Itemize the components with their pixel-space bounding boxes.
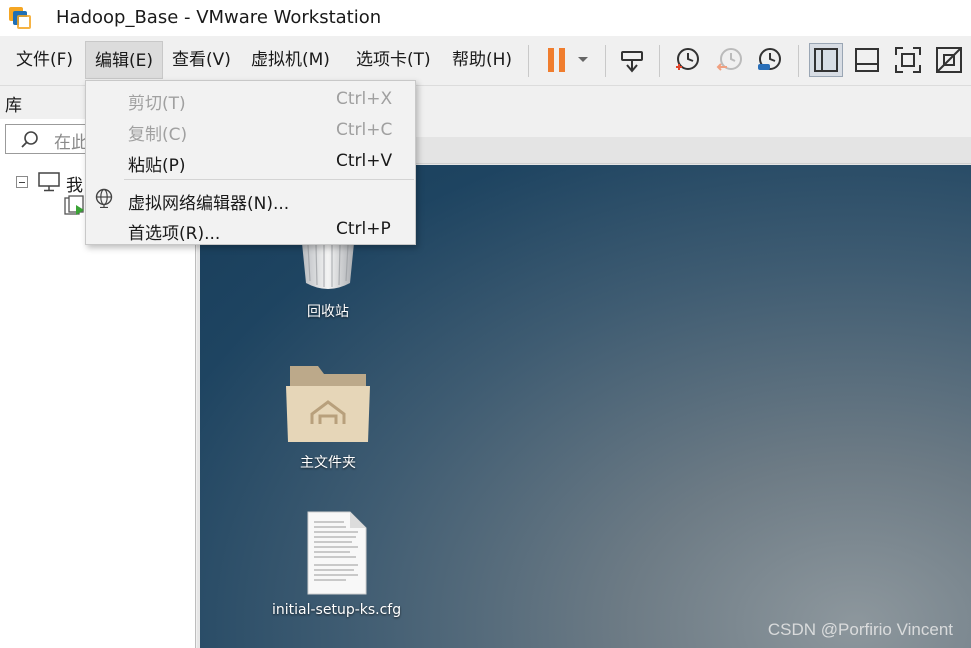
window-title: Hadoop_Base - VMware Workstation [56,7,382,28]
tree-root-label[interactable]: 我 [66,171,83,196]
edit-menu-dropdown: 剪切(T) Ctrl+X 复制(C) Ctrl+C 粘贴(P) Ctrl+V 虚… [85,80,416,245]
title-bar: Hadoop_Base - VMware Workstation [0,0,971,36]
library-view-icon [814,48,838,72]
desktop-icon-label: 回收站 [307,304,349,320]
home-folder-icon [286,366,370,442]
toolbar-separator [528,45,529,77]
revert-snapshot-button[interactable] [712,43,746,77]
take-snapshot-button[interactable] [670,43,704,77]
trash-icon [302,243,354,289]
thumbnail-bar-icon [855,48,879,72]
menu-vm[interactable]: 虚拟机(M) [242,41,339,79]
full-screen-icon [895,47,921,73]
thumbnail-bar-button[interactable] [850,43,884,77]
unity-icon [936,47,962,73]
menu-item-preferences[interactable]: 首选项(R)... Ctrl+P [86,214,415,244]
search-icon [21,131,38,148]
menu-file[interactable]: 文件(F) [7,41,82,79]
pause-icon [548,48,565,72]
desktop-icon-label: initial-setup-ks.cfg [272,602,402,618]
desktop-icon-trash[interactable]: 回收站 [298,243,358,321]
running-vm-icon[interactable] [64,195,86,217]
full-screen-button[interactable] [891,43,925,77]
snapshot-manager-icon [758,48,781,70]
desktop-icon-cfg-file[interactable]: initial-setup-ks.cfg [272,510,401,618]
menu-item-label: 虚拟网络编辑器(N)... [128,194,290,214]
menu-item-shortcut: Ctrl+V [336,151,393,171]
menu-item-shortcut: Ctrl+P [336,219,391,239]
menu-edit[interactable]: 编辑(E) [85,41,164,79]
search-placeholder: 在此 [54,133,88,153]
toolbar-separator [798,45,799,77]
library-view-button[interactable] [809,43,843,77]
menu-bar: 文件(F) 编辑(E) 查看(V) 虚拟机(M) 选项卡(T) 帮助(H) [0,36,971,86]
menu-item-shortcut: Ctrl+X [336,89,393,109]
menu-item-paste[interactable]: 粘贴(P) Ctrl+V [86,146,415,176]
desktop-icon-label: 主文件夹 [300,455,356,471]
send-ctrl-alt-del-icon [621,51,643,73]
power-dropdown-button[interactable] [570,43,596,77]
snapshot-icon [676,48,699,70]
text-file-icon [307,511,367,595]
menu-item-label: 首选项(R)... [128,224,221,244]
menu-item-label: 剪切(T) [128,94,186,114]
toolbar-separator [605,45,606,77]
vmware-logo-icon [9,7,31,29]
menu-tabs[interactable]: 选项卡(T) [347,41,440,79]
dropdown-arrow-icon [578,57,588,62]
menu-separator [124,179,414,180]
menu-item-label: 粘贴(P) [128,156,186,176]
snapshot-manager-button[interactable] [752,43,786,77]
send-ctrl-alt-del-button[interactable] [615,43,649,77]
desktop-icon-home-folder[interactable]: 主文件夹 [284,362,372,472]
menu-item-copy[interactable]: 复制(C) Ctrl+C [86,115,415,145]
menu-view[interactable]: 查看(V) [163,41,240,79]
menu-item-virtual-network-editor[interactable]: 虚拟网络编辑器(N)... [86,184,415,214]
menu-help[interactable]: 帮助(H) [443,41,521,79]
computer-icon [38,172,60,192]
tree-collapse-toggle[interactable] [16,176,28,188]
menu-item-label: 复制(C) [128,125,188,145]
menu-item-shortcut: Ctrl+C [336,120,393,140]
toolbar-separator [659,45,660,77]
pause-button[interactable] [540,43,574,77]
unity-button[interactable] [932,43,966,77]
revert-snapshot-icon [716,48,742,71]
menu-item-cut[interactable]: 剪切(T) Ctrl+X [86,84,415,114]
watermark: CSDN @Porfirio Vincent [767,620,953,639]
globe-icon [95,188,113,208]
